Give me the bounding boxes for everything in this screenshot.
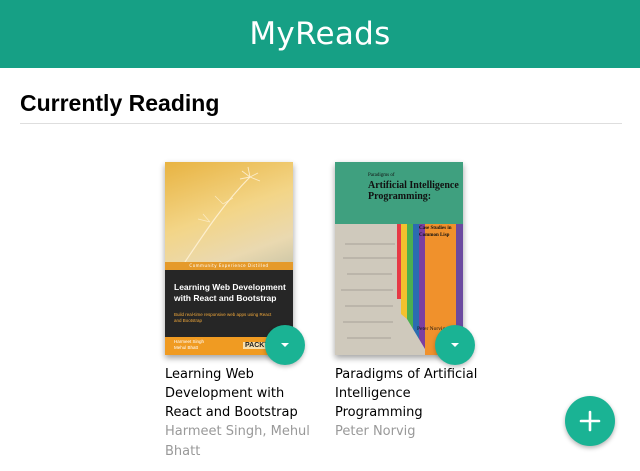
book-title: Paradigms of Artificial Intelligence Pro… xyxy=(335,367,478,420)
book-authors: Harmeet Singh, Mehul Bhatt xyxy=(165,424,310,459)
cover-subtitle: Build real-time responsive web apps usin… xyxy=(174,312,272,323)
book-cover[interactable]: Community Experience Distilled Learning … xyxy=(165,162,293,355)
book-authors: Peter Norvig xyxy=(335,424,416,439)
app-header: MyReads xyxy=(0,0,640,68)
book-item: Community Experience Distilled Learning … xyxy=(165,162,315,462)
cover-title: Learning Web Development with React and … xyxy=(174,282,286,303)
shelf-changer-button[interactable] xyxy=(265,325,305,365)
app-title: MyReads xyxy=(249,16,391,52)
arrow-drop-down-icon xyxy=(281,343,289,347)
book-top: Community Experience Distilled Learning … xyxy=(165,162,305,365)
cover-banner-bar: Community Experience Distilled xyxy=(165,262,293,270)
book-cover[interactable]: Paradigms of Artificial Intelligence Pro… xyxy=(335,162,463,355)
book-item: Paradigms of Artificial Intelligence Pro… xyxy=(335,162,485,442)
plus-icon xyxy=(579,410,601,432)
cover-subtitle: Case Studies in Common Lisp xyxy=(419,226,452,238)
book-title: Learning Web Development with React and … xyxy=(165,367,298,420)
add-book-button[interactable] xyxy=(565,396,615,446)
shelf-changer-button[interactable] xyxy=(435,325,475,365)
cover-title-large: Artificial Intelligence Programming: xyxy=(368,180,459,202)
shelf-title: Currently Reading xyxy=(20,90,622,124)
cover-plant-art xyxy=(184,166,261,262)
book-top: Paradigms of Artificial Intelligence Pro… xyxy=(335,162,475,365)
cover-title-small: Paradigms of xyxy=(368,173,395,178)
arrow-drop-down-icon xyxy=(451,343,459,347)
cover-authors: Harmeet Singh Mehul Bhatt xyxy=(174,339,205,350)
cover-banner: Community Experience Distilled xyxy=(189,263,269,268)
